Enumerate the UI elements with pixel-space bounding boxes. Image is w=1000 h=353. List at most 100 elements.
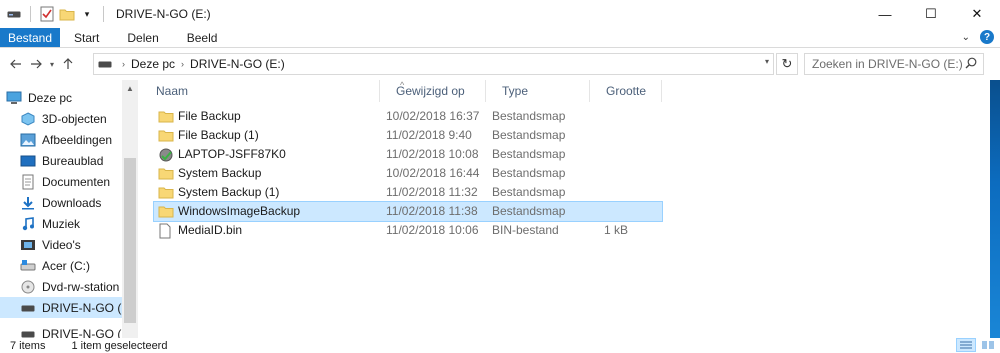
properties-icon[interactable]: [39, 6, 55, 22]
sidebar-item-dvd-rw-station[interactable]: Dvd-rw-station (: [0, 276, 122, 297]
sidebar-item-label: Documenten: [42, 174, 111, 189]
refresh-icon: ↻: [781, 56, 793, 71]
ribbon-tabs: Bestand Start Delen Beeld ⌄ ?: [0, 28, 1000, 48]
file-date: 11/02/2018 10:08: [386, 147, 479, 161]
pictures-icon: [20, 132, 36, 148]
search-input[interactable]: Zoeken in DRIVE-N-GO (E:): [812, 57, 963, 71]
file-name-cell: LAPTOP-JSFF87K0: [158, 145, 286, 164]
customize-toolbar-icon[interactable]: ▾: [79, 6, 95, 22]
search-box[interactable]: Zoeken in DRIVE-N-GO (E:): [804, 53, 984, 75]
folder-icon: [158, 166, 174, 182]
file-date: 11/02/2018 11:38: [386, 204, 478, 218]
3d-objects-icon: [20, 111, 36, 127]
window-controls: — ☐ ✕: [862, 0, 1000, 28]
file-type: Bestandsmap: [492, 166, 566, 180]
backup-folder-icon: [158, 147, 174, 163]
file-type: Bestandsmap: [492, 109, 566, 123]
usb-drive-icon: [20, 326, 36, 339]
folder-icon: [158, 185, 174, 201]
sidebar-item-acer-c[interactable]: Acer (C:): [0, 255, 122, 276]
help-icon[interactable]: ?: [980, 30, 994, 44]
tab-bestand[interactable]: Bestand: [0, 28, 61, 47]
ribbon-right-controls: ⌄ ?: [962, 30, 994, 44]
scroll-up-icon[interactable]: ▲: [122, 80, 138, 96]
arrow-right-icon: [31, 59, 42, 69]
sidebar-item-bureaublad[interactable]: Bureaublad: [0, 150, 122, 171]
close-button[interactable]: ✕: [954, 0, 1000, 28]
breadcrumb-drive[interactable]: DRIVE-N-GO (E:): [190, 57, 285, 71]
videos-icon: [20, 237, 36, 253]
sidebar-item-label: Afbeeldingen: [42, 132, 113, 147]
file-name: LAPTOP-JSFF87K0: [178, 147, 286, 161]
large-icons-view-icon[interactable]: [978, 338, 998, 352]
sidebar-item-label: DRIVE-N-GO (E:): [42, 300, 122, 315]
search-icon[interactable]: [965, 57, 977, 72]
folder-icon: [158, 128, 174, 144]
maximize-button[interactable]: ☐: [908, 0, 954, 28]
new-folder-icon[interactable]: [59, 6, 75, 22]
desktop-icon: [20, 153, 36, 169]
sidebar-item-documenten[interactable]: Documenten: [0, 171, 122, 192]
address-bar[interactable]: › Deze pc › DRIVE-N-GO (E:) ▾: [93, 53, 774, 75]
back-button[interactable]: [6, 53, 26, 75]
sidebar-item-downloads[interactable]: Downloads: [0, 192, 122, 213]
file-icon: [158, 223, 174, 239]
file-date: 10/02/2018 16:44: [386, 166, 480, 180]
breadcrumb-separator-icon[interactable]: ›: [122, 59, 125, 69]
sidebar-item-drive-n-go-root[interactable]: DRIVE-N-GO (E:): [0, 323, 122, 338]
column-header-name[interactable]: Naam: [140, 80, 380, 102]
sidebar-item-videos[interactable]: Video's: [0, 234, 122, 255]
column-header-modified[interactable]: Gewijzigd op: [380, 80, 486, 102]
file-size: 1 kB: [603, 223, 628, 237]
sidebar-item-afbeeldingen[interactable]: Afbeeldingen: [0, 129, 122, 150]
folder-icon: [158, 204, 174, 220]
file-size: [580, 145, 628, 164]
table-row[interactable]: System Backup (1) 11/02/2018 11:32 Besta…: [154, 183, 662, 202]
file-name-cell: System Backup (1): [158, 183, 279, 202]
tab-start[interactable]: Start: [60, 28, 113, 47]
sidebar-item-label: DRIVE-N-GO (E:): [42, 326, 122, 339]
minimize-button[interactable]: —: [862, 0, 908, 28]
file-name-cell: System Backup: [158, 164, 261, 183]
column-header-type[interactable]: Type: [486, 80, 590, 102]
file-type: BIN-bestand: [492, 223, 559, 237]
item-count: 7 items: [10, 339, 46, 352]
documents-icon: [20, 174, 36, 190]
sidebar-item-label: Bureaublad: [42, 153, 104, 168]
column-header-label: Naam: [156, 84, 189, 98]
file-date: 11/02/2018 9:40: [386, 128, 472, 142]
table-row[interactable]: File Backup (1) 11/02/2018 9:40 Bestands…: [154, 126, 662, 145]
sidebar-item-muziek[interactable]: Muziek: [0, 213, 122, 234]
recent-locations-button[interactable]: ▾: [46, 53, 58, 75]
sidebar-item-3d-objecten[interactable]: 3D-objecten: [0, 108, 122, 129]
refresh-button[interactable]: ↻: [776, 53, 798, 75]
scroll-thumb[interactable]: [124, 158, 136, 323]
table-row[interactable]: MediaID.bin 11/02/2018 10:06 BIN-bestand…: [154, 221, 662, 240]
breadcrumb-separator-icon[interactable]: ›: [181, 59, 184, 69]
sidebar-item-label: Dvd-rw-station (: [42, 279, 122, 294]
breadcrumb-deze-pc[interactable]: Deze pc: [131, 57, 175, 71]
address-history-icon[interactable]: ▾: [765, 57, 769, 66]
table-row-selected[interactable]: WindowsImageBackup 11/02/2018 11:38 Best…: [153, 201, 663, 222]
table-row[interactable]: System Backup 10/02/2018 16:44 Bestandsm…: [154, 164, 662, 183]
file-type: Bestandsmap: [492, 185, 566, 199]
music-icon: [20, 216, 36, 232]
file-name-cell: WindowsImageBackup: [158, 202, 300, 221]
expand-ribbon-icon[interactable]: ⌄: [962, 32, 970, 43]
up-button[interactable]: [58, 53, 78, 75]
forward-button[interactable]: [26, 53, 46, 75]
tab-beeld[interactable]: Beeld: [173, 28, 232, 47]
drive-icon: [98, 59, 112, 69]
details-view-icon[interactable]: [956, 338, 976, 352]
file-size: [580, 164, 628, 183]
table-row[interactable]: LAPTOP-JSFF87K0 11/02/2018 10:08 Bestand…: [154, 145, 662, 164]
sidebar-scrollbar[interactable]: ▲: [122, 80, 138, 338]
table-row[interactable]: File Backup 10/02/2018 16:37 Bestandsmap: [154, 107, 662, 126]
sidebar-item-deze-pc[interactable]: Deze pc: [0, 87, 122, 108]
column-header-size[interactable]: Grootte: [590, 80, 662, 102]
sidebar-item-drive-n-go[interactable]: DRIVE-N-GO (E:): [0, 297, 122, 318]
quick-access-toolbar: ▾: [0, 0, 108, 28]
separator: [103, 6, 104, 22]
column-header-label: Grootte: [606, 84, 647, 98]
tab-delen[interactable]: Delen: [113, 28, 172, 47]
